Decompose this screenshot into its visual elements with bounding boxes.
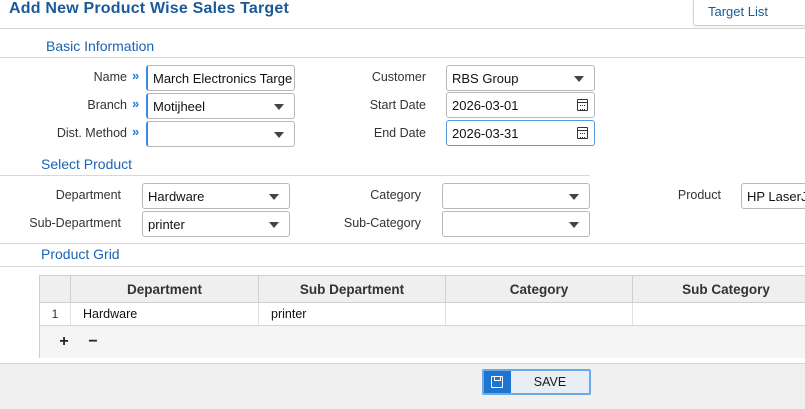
product-field[interactable]: HP LaserJe xyxy=(741,183,805,209)
end-date-label: End Date xyxy=(373,126,426,140)
save-button-label: SAVE xyxy=(533,375,567,389)
department-value: Hardware xyxy=(148,189,205,204)
cell-department[interactable]: Hardware xyxy=(70,303,258,325)
customer-select[interactable]: RBS Group xyxy=(446,65,595,91)
product-grid-heading: Product Grid xyxy=(41,246,120,262)
product-grid-top-divider xyxy=(0,243,805,244)
category-select[interactable] xyxy=(442,183,590,209)
cell-sub-category[interactable] xyxy=(632,303,805,325)
product-label: Product xyxy=(677,188,721,202)
dist-method-label: Dist. Method xyxy=(56,126,127,140)
column-header-sub-department[interactable]: Sub Department xyxy=(258,276,445,303)
cell-sub-department[interactable]: printer xyxy=(258,303,445,325)
category-label: Category xyxy=(370,188,421,202)
chevron-down-icon xyxy=(569,222,579,228)
name-field[interactable]: March Electronics Targe xyxy=(146,65,295,91)
remove-row-button[interactable]: − xyxy=(85,333,101,351)
dist-method-select[interactable] xyxy=(146,121,295,147)
required-arrow-icon: » xyxy=(132,124,140,139)
start-date-label: Start Date xyxy=(369,98,426,112)
target-list-button[interactable]: Target List xyxy=(693,0,805,26)
branch-label: Branch xyxy=(87,98,127,112)
cell-category[interactable] xyxy=(445,303,632,325)
end-date-value: 2026-03-31 xyxy=(452,126,519,141)
required-arrow-icon: » xyxy=(132,96,140,111)
calendar-icon[interactable] xyxy=(577,99,588,111)
save-button[interactable]: SAVE xyxy=(482,369,591,395)
department-select[interactable]: Hardware xyxy=(142,183,290,209)
chevron-down-icon xyxy=(269,194,279,200)
column-header-sub-category[interactable]: Sub Category xyxy=(632,276,805,303)
branch-select[interactable]: Motijheel xyxy=(146,93,295,119)
column-header-category[interactable]: Category xyxy=(445,276,632,303)
department-label: Department xyxy=(55,188,121,202)
row-number: 1 xyxy=(51,307,59,321)
column-header-department[interactable]: Department xyxy=(70,276,258,303)
required-arrow-icon: » xyxy=(132,68,140,83)
sub-category-label: Sub-Category xyxy=(343,216,421,230)
sub-category-select[interactable] xyxy=(442,211,590,237)
grid-footer: + − xyxy=(40,327,805,358)
grid-header: Department Sub Department Category Sub C… xyxy=(40,276,805,303)
end-date-field[interactable]: 2026-03-31 xyxy=(446,120,595,146)
chevron-down-icon xyxy=(569,194,579,200)
chevron-down-icon xyxy=(274,104,284,110)
calendar-icon[interactable] xyxy=(577,127,588,139)
product-grid: Department Sub Department Category Sub C… xyxy=(39,275,805,358)
sub-department-select[interactable]: printer xyxy=(142,211,290,237)
save-icon-container xyxy=(484,371,511,393)
sub-department-label: Sub-Department xyxy=(29,216,121,230)
page-title: Add New Product Wise Sales Target xyxy=(9,0,289,17)
customer-label: Customer xyxy=(371,70,426,84)
start-date-value: 2026-03-01 xyxy=(452,98,519,113)
floppy-disk-icon xyxy=(491,376,503,388)
select-product-divider xyxy=(0,175,590,176)
select-product-heading: Select Product xyxy=(41,156,133,172)
sub-department-value: printer xyxy=(148,217,185,232)
chevron-down-icon xyxy=(274,132,284,138)
start-date-field[interactable]: 2026-03-01 xyxy=(446,92,595,118)
product-grid-divider xyxy=(0,266,805,267)
action-bar xyxy=(0,363,805,409)
header-divider xyxy=(0,28,805,29)
chevron-down-icon xyxy=(574,76,584,82)
chevron-down-icon xyxy=(269,222,279,228)
name-label: Name xyxy=(93,70,127,84)
basic-information-heading: Basic Information xyxy=(46,38,155,54)
basic-information-divider xyxy=(0,57,805,58)
add-row-button[interactable]: + xyxy=(56,333,72,351)
table-row[interactable]: 1 Hardware printer xyxy=(40,303,805,326)
branch-value: Motijheel xyxy=(153,99,206,114)
customer-value: RBS Group xyxy=(452,71,519,86)
